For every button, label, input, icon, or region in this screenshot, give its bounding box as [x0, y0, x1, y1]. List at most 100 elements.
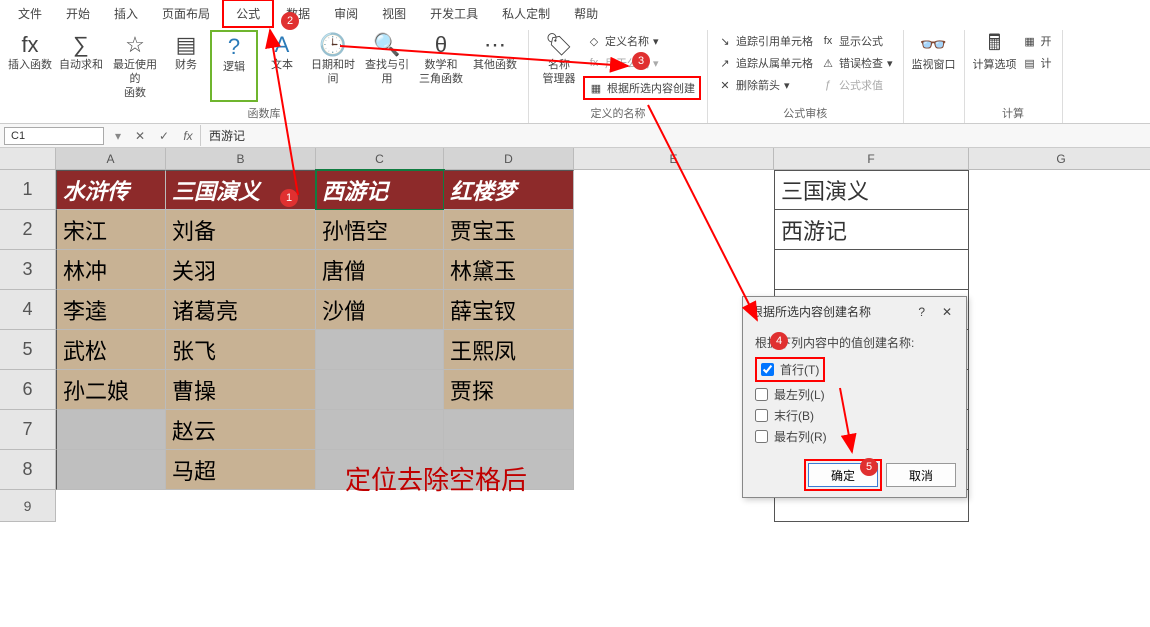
cell-f2[interactable]: 西游记 [774, 210, 969, 250]
create-from-selection-button[interactable]: ▦根据所选内容创建 [583, 76, 701, 100]
cell-d5[interactable]: 王熙凤 [444, 330, 574, 370]
lookup-button[interactable]: 🔍 查找与引用 [360, 30, 414, 102]
watch-icon: 👓 [920, 32, 947, 58]
cell-d2[interactable]: 贾宝玉 [444, 210, 574, 250]
define-name-button[interactable]: ◇定义名称 ▾ [583, 32, 701, 50]
cell-a1[interactable]: 水浒传 [56, 170, 166, 210]
show-formulas-button[interactable]: fx显示公式 [817, 32, 897, 50]
cell-a3[interactable]: 林冲 [56, 250, 166, 290]
menu-developer[interactable]: 开发工具 [418, 1, 490, 26]
cell-a5[interactable]: 武松 [56, 330, 166, 370]
cell-a4[interactable]: 李逵 [56, 290, 166, 330]
checkbox-left-col-input[interactable] [755, 388, 768, 401]
cell-b4[interactable]: 诸葛亮 [166, 290, 316, 330]
col-header-a[interactable]: A [56, 148, 166, 170]
cell-c5[interactable] [316, 330, 444, 370]
cell-c2[interactable]: 孙悟空 [316, 210, 444, 250]
menu-page-layout[interactable]: 页面布局 [150, 1, 222, 26]
insert-function-button[interactable]: fx 插入函数 [6, 30, 54, 102]
cell-b7[interactable]: 赵云 [166, 410, 316, 450]
row-header-7[interactable]: 7 [0, 410, 56, 450]
watch-window-button[interactable]: 👓 监视窗口 [910, 30, 958, 74]
col-header-d[interactable]: D [444, 148, 574, 170]
col-header-g[interactable]: G [969, 148, 1150, 170]
calc-options-button[interactable]: 🖩 计算选项 [971, 30, 1019, 74]
remove-arrows-button[interactable]: ✕删除箭头 ▾ [714, 76, 817, 94]
row-header-9[interactable]: 9 [0, 490, 56, 522]
cancel-entry-button[interactable]: ✕ [128, 129, 152, 143]
row-header-8[interactable]: 8 [0, 450, 56, 490]
cell-d7[interactable] [444, 410, 574, 450]
cell-c1[interactable]: 西游记 [316, 170, 444, 210]
trace-precedents-button[interactable]: ↘追踪引用单元格 [714, 32, 817, 50]
row-header-5[interactable]: 5 [0, 330, 56, 370]
math-button[interactable]: θ 数学和 三角函数 [414, 30, 468, 102]
cell-c7[interactable] [316, 410, 444, 450]
menu-home[interactable]: 开始 [54, 1, 102, 26]
cell-d4[interactable]: 薛宝钗 [444, 290, 574, 330]
row-header-3[interactable]: 3 [0, 250, 56, 290]
dialog-help-button[interactable]: ? [911, 305, 933, 319]
menu-custom[interactable]: 私人定制 [490, 1, 562, 26]
cell-d6[interactable]: 贾探 [444, 370, 574, 410]
checkbox-top-row-input[interactable] [761, 363, 774, 376]
namebox-dropdown-icon[interactable]: ▾ [108, 129, 128, 143]
text-button[interactable]: A 文本 [258, 30, 306, 102]
formula-input[interactable]: 西游记 [200, 125, 900, 146]
checkbox-right-col-input[interactable] [755, 430, 768, 443]
checkbox-bottom-row-input[interactable] [755, 409, 768, 422]
select-all-corner[interactable] [0, 148, 56, 170]
cell-a7[interactable] [56, 410, 166, 450]
cell-a2[interactable]: 宋江 [56, 210, 166, 250]
date-time-button[interactable]: 🕒 日期和时间 [306, 30, 360, 102]
cell-b5[interactable]: 张飞 [166, 330, 316, 370]
checkbox-left-col[interactable]: 最左列(L) [755, 386, 954, 403]
cell-b6[interactable]: 曹操 [166, 370, 316, 410]
cell-a8[interactable] [56, 450, 166, 490]
finance-button[interactable]: ▤ 财务 [162, 30, 210, 102]
cell-c4[interactable]: 沙僧 [316, 290, 444, 330]
cell-b8[interactable]: 马超 [166, 450, 316, 490]
menu-help[interactable]: 帮助 [562, 1, 610, 26]
cell-f3[interactable] [774, 250, 969, 290]
trace-dependents-button[interactable]: ↗追踪从属单元格 [714, 54, 817, 72]
other-func-button[interactable]: ⋯ 其他函数 [468, 30, 522, 102]
cell-c6[interactable] [316, 370, 444, 410]
name-box[interactable]: C1 [4, 127, 104, 145]
dialog-cancel-button[interactable]: 取消 [886, 463, 956, 487]
calc-now-button[interactable]: ▦开 [1019, 32, 1056, 50]
fx-button[interactable]: fx [176, 129, 200, 143]
col-header-c[interactable]: C [316, 148, 444, 170]
dialog-close-button[interactable]: ✕ [936, 305, 958, 319]
row-header-4[interactable]: 4 [0, 290, 56, 330]
row-header-2[interactable]: 2 [0, 210, 56, 250]
col-header-b[interactable]: B [166, 148, 316, 170]
menu-review[interactable]: 审阅 [322, 1, 370, 26]
cell-d1[interactable]: 红楼梦 [444, 170, 574, 210]
menu-insert[interactable]: 插入 [102, 1, 150, 26]
calc-sheet-button[interactable]: ▤计 [1019, 54, 1056, 72]
confirm-entry-button[interactable]: ✓ [152, 129, 176, 143]
cell-b2[interactable]: 刘备 [166, 210, 316, 250]
logic-button[interactable]: ? 逻辑 [210, 30, 258, 102]
error-checking-button[interactable]: ⚠错误检查 ▾ [817, 54, 897, 72]
row-header-1[interactable]: 1 [0, 170, 56, 210]
cell-c3[interactable]: 唐僧 [316, 250, 444, 290]
auto-sum-button[interactable]: ∑ 自动求和 [54, 30, 108, 102]
col-header-e[interactable]: E [574, 148, 774, 170]
menu-formula[interactable]: 公式 [222, 0, 274, 28]
menu-file[interactable]: 文件 [6, 1, 54, 26]
checkbox-top-row[interactable]: 首行(T) [755, 357, 825, 382]
cell-f1[interactable]: 三国演义 [774, 170, 969, 210]
checkbox-bottom-row[interactable]: 末行(B) [755, 407, 954, 424]
show-formula-icon: fx [821, 35, 835, 47]
col-header-f[interactable]: F [774, 148, 969, 170]
cell-a6[interactable]: 孙二娘 [56, 370, 166, 410]
row-header-6[interactable]: 6 [0, 370, 56, 410]
checkbox-right-col[interactable]: 最右列(R) [755, 428, 954, 445]
recent-button[interactable]: ☆ 最近使用的 函数 [108, 30, 162, 102]
menu-view[interactable]: 视图 [370, 1, 418, 26]
name-manager-button[interactable]: 🏷 名称 管理器 [535, 30, 583, 100]
cell-b3[interactable]: 关羽 [166, 250, 316, 290]
cell-d3[interactable]: 林黛玉 [444, 250, 574, 290]
